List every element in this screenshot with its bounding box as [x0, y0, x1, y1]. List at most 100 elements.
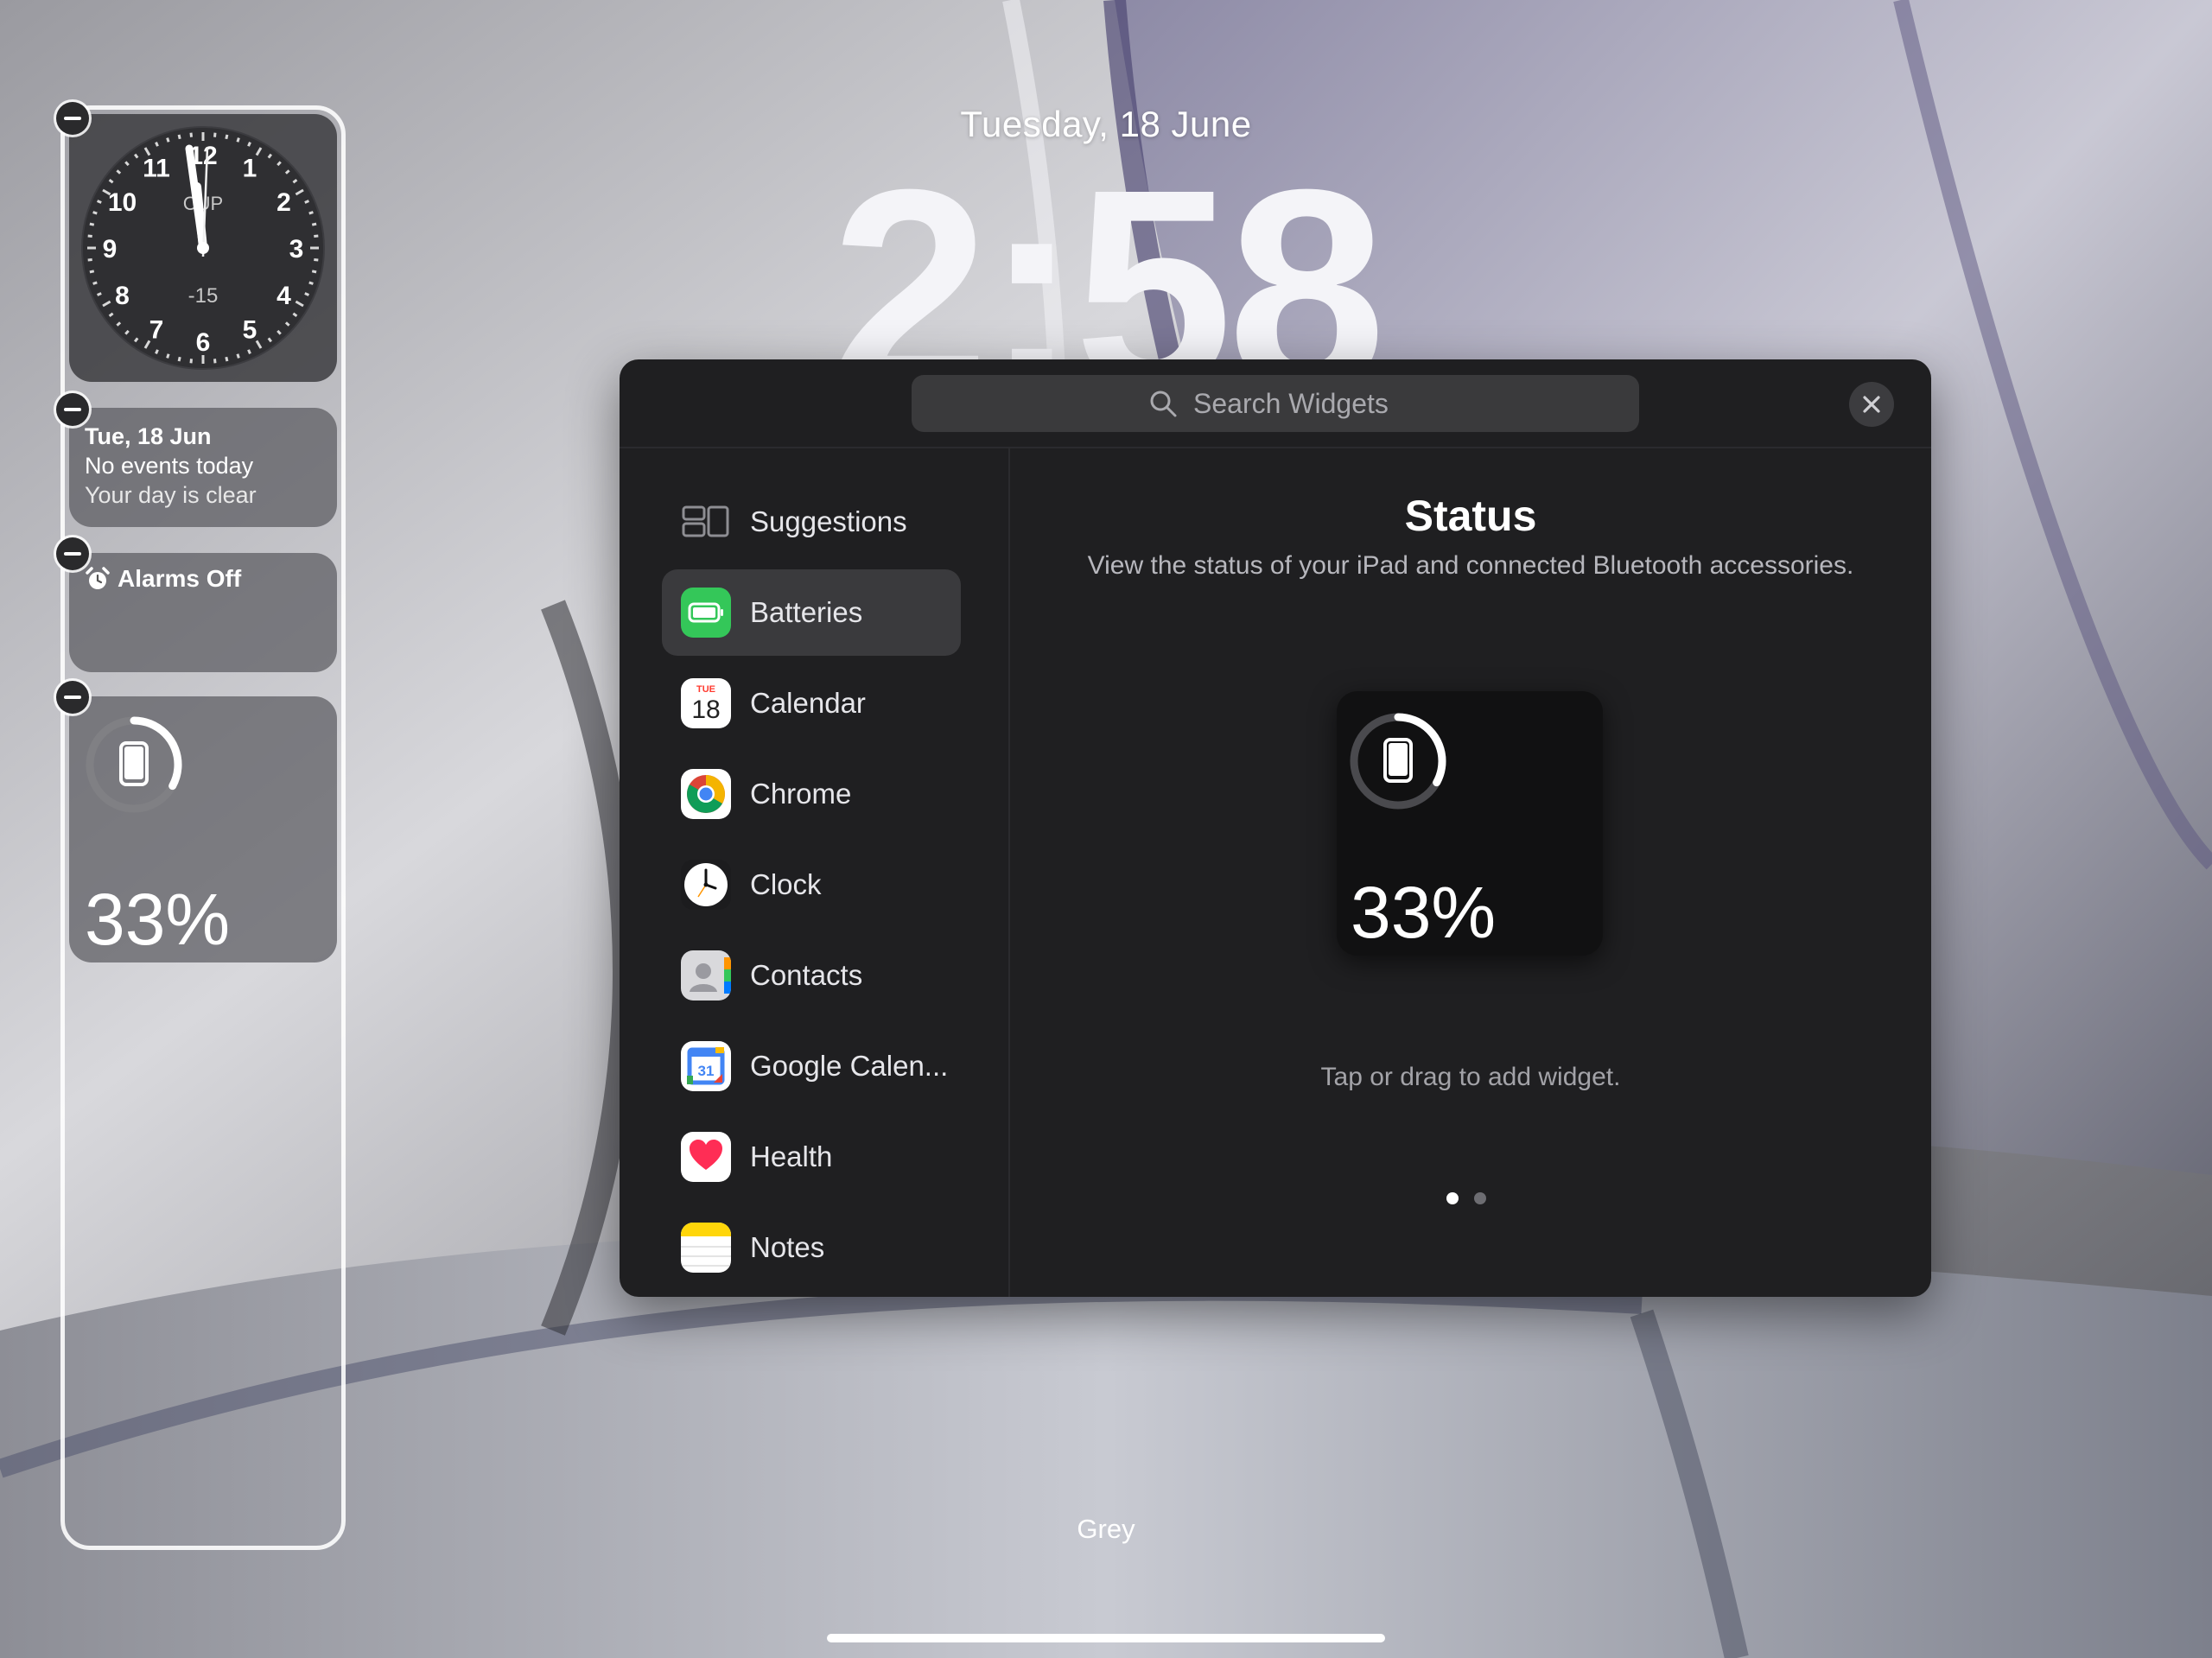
sidebar-item-health[interactable]: Health — [662, 1114, 961, 1200]
svg-text:31: 31 — [698, 1063, 715, 1079]
contacts-app-icon — [681, 950, 731, 1001]
widget-detail-title: Status — [1404, 492, 1537, 540]
notes-app-icon — [681, 1223, 731, 1273]
sidebar-item-label: Suggestions — [750, 505, 907, 537]
clock-tick — [247, 349, 251, 354]
battery-widget[interactable]: 33% — [69, 696, 337, 962]
widget-detail-description: View the status of your iPad and connect… — [1087, 551, 1854, 580]
sidebar-item-label: Calendar — [750, 687, 866, 719]
widget-gallery-panel: Suggestions Batteries TUE 18 Calendar — [620, 359, 1931, 1297]
clock-tick — [177, 356, 181, 362]
clock-number: 2 — [276, 188, 291, 217]
remove-alarm-widget-button[interactable] — [56, 537, 89, 570]
clock-tick — [189, 359, 193, 364]
sidebar-item-label: Google Calen... — [750, 1050, 949, 1082]
widget-app-list: Suggestions Batteries TUE 18 Calendar Ch… — [662, 479, 961, 1295]
clock-tick — [155, 349, 159, 354]
clock-number: 7 — [149, 316, 164, 345]
clock-tick — [97, 200, 102, 204]
clock-offset: -15 — [188, 284, 219, 308]
sidebar-item-clock[interactable]: Clock — [662, 842, 961, 928]
clock-number: 5 — [243, 316, 257, 345]
calendar-widget-events: No events today — [85, 453, 254, 479]
clock-number: 4 — [276, 282, 291, 310]
health-app-icon — [681, 1132, 731, 1182]
search-widgets-input[interactable] — [1192, 386, 1402, 421]
search-icon — [1150, 391, 1177, 417]
alarm-widget-label: Alarms Off — [118, 565, 242, 592]
clock-tick — [225, 356, 229, 362]
clock-tick — [89, 222, 95, 226]
batteries-app-icon — [681, 588, 731, 638]
alarm-clock-icon — [86, 567, 110, 589]
clock-tick — [92, 211, 98, 215]
sidebar-item-label: Notes — [750, 1231, 825, 1263]
clock-tick — [213, 132, 217, 137]
clock-number: 11 — [143, 155, 170, 183]
chrome-app-icon — [681, 769, 731, 819]
clock-number: 3 — [289, 235, 304, 264]
clock-tick — [236, 137, 240, 143]
add-widget-hint: Tap or drag to add widget. — [1320, 1063, 1621, 1091]
clock-tick — [166, 353, 170, 359]
svg-text:18: 18 — [691, 696, 720, 724]
clock-widget[interactable]: 12 1 2 3 4 5 6 7 8 9 10 11 CUP -15 — [69, 114, 337, 382]
alarm-widget[interactable]: Alarms Off — [69, 553, 337, 672]
sidebar-item-batteries[interactable]: Batteries — [662, 569, 961, 656]
clock-tick — [87, 258, 92, 262]
page-indicator[interactable] — [1446, 1192, 1486, 1204]
page-dot[interactable] — [1474, 1192, 1486, 1204]
calendar-widget[interactable]: Tue, 18 Jun No events today Your day is … — [69, 408, 337, 527]
remove-battery-widget-button[interactable] — [56, 681, 89, 714]
suggestions-icon — [682, 505, 729, 537]
svg-text:TUE: TUE — [696, 684, 715, 695]
clock-number: 10 — [108, 188, 137, 217]
clock-tick — [311, 270, 317, 274]
clock-tick — [189, 132, 193, 137]
clock-tick — [225, 134, 229, 140]
page-dot[interactable] — [1446, 1192, 1459, 1204]
sidebar-item-label: Health — [750, 1140, 833, 1172]
close-icon — [1863, 396, 1880, 413]
clock-tick — [92, 281, 98, 285]
header-divider — [620, 447, 1931, 448]
clock-tick — [97, 292, 102, 296]
sidebar-item-google-calendar[interactable]: 31 Google Calen... — [662, 1023, 961, 1109]
sidebar-item-suggestions[interactable]: Suggestions — [662, 479, 961, 565]
sidebar-item-notes[interactable]: Notes — [662, 1204, 961, 1291]
clock-tick — [177, 134, 181, 140]
clock-tick — [155, 142, 159, 147]
clock-app-icon — [681, 860, 731, 910]
clock-tick — [308, 211, 314, 215]
battery-widget-percent: 33% — [85, 879, 231, 960]
close-gallery-button[interactable] — [1849, 382, 1894, 427]
home-indicator[interactable] — [827, 1634, 1385, 1642]
sidebar-item-chrome[interactable]: Chrome — [662, 751, 961, 837]
battery-ring — [86, 716, 182, 813]
sidebar-item-contacts[interactable]: Contacts — [662, 932, 961, 1019]
google-calendar-app-icon: 31 — [681, 1041, 731, 1091]
wallpaper-name-label: Grey — [1077, 1514, 1135, 1544]
clock-tick — [314, 258, 319, 262]
clock-number: 6 — [196, 328, 211, 357]
sidebar-item-calendar[interactable]: TUE 18 Calendar — [662, 660, 961, 746]
clock-tick — [166, 137, 170, 143]
clock-number: 8 — [115, 282, 130, 310]
sidebar-item-label: Contacts — [750, 959, 863, 991]
clock-tick — [87, 234, 92, 238]
search-widgets-field[interactable] — [912, 375, 1639, 432]
remove-calendar-widget-button[interactable] — [56, 393, 89, 426]
clock-tick — [236, 353, 240, 359]
status-widget-preview[interactable]: 33% — [1337, 691, 1603, 956]
clock-tick — [213, 359, 217, 364]
sidebar-item-label: Batteries — [750, 596, 863, 628]
sidebar-item-label: Chrome — [750, 778, 852, 810]
clock-number: 9 — [103, 235, 118, 264]
analog-clock-face: 12 1234567891011 CUP -15 — [81, 126, 325, 370]
calendar-widget-date: Tue, 18 Jun — [85, 423, 212, 449]
remove-clock-widget-button[interactable] — [56, 102, 89, 135]
clock-number: 1 — [243, 155, 257, 183]
clock-tick — [247, 142, 251, 147]
calendar-widget-subtitle: Your day is clear — [85, 482, 257, 508]
calendar-app-icon: TUE 18 — [681, 678, 731, 728]
